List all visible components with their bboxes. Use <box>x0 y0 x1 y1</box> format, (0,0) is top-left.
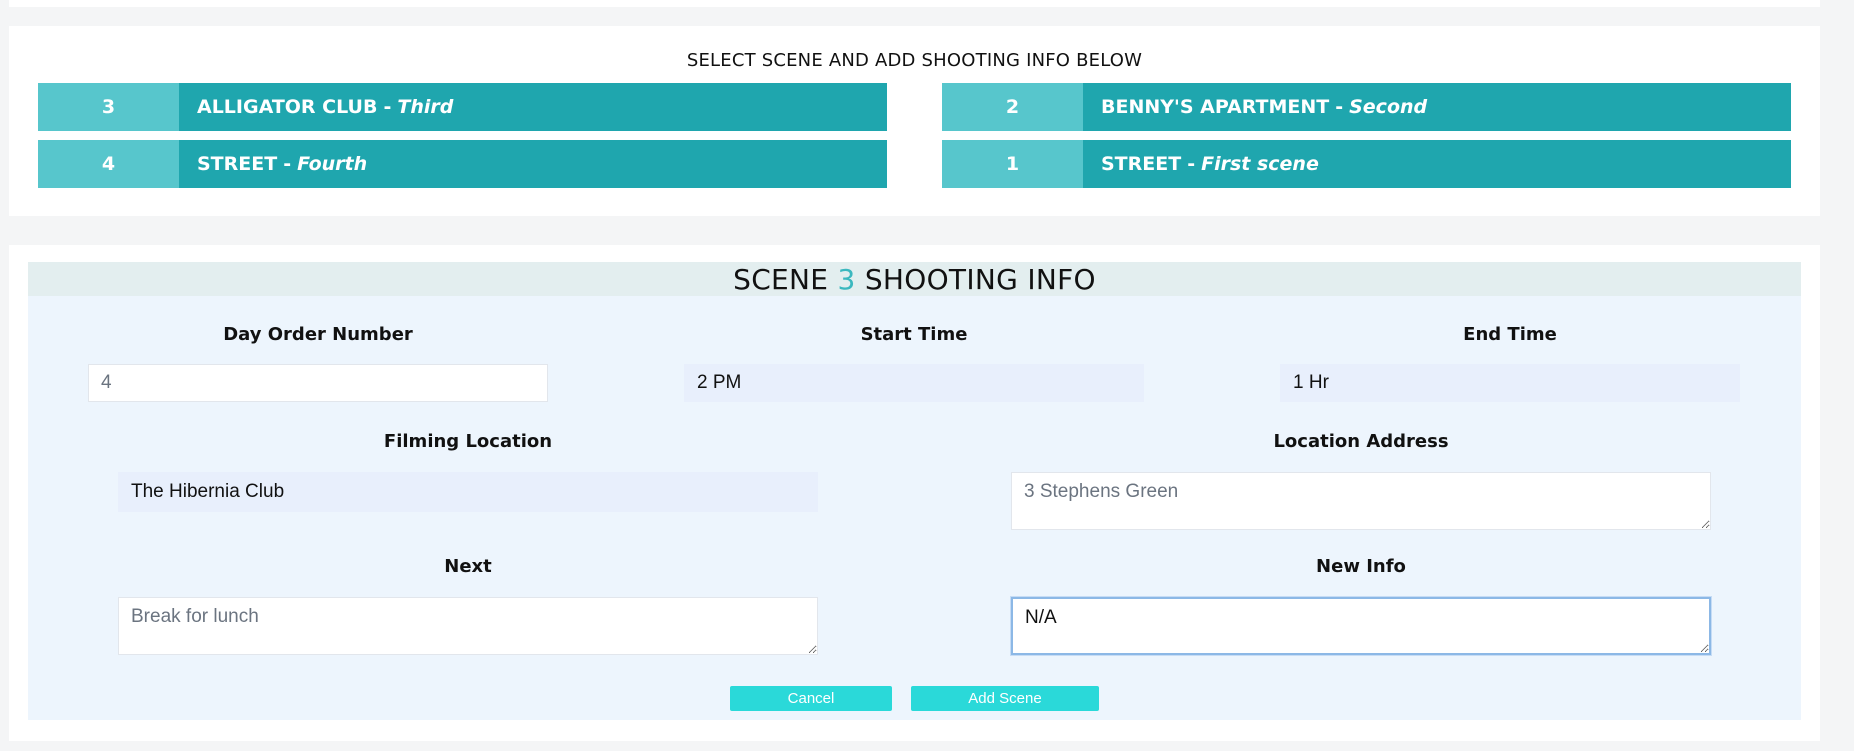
scene-location: BENNY'S APARTMENT <box>1101 96 1330 118</box>
scene-separator: - <box>1187 153 1196 175</box>
shooting-info-title: SCENE 3 SHOOTING INFO <box>733 263 1096 296</box>
scene-subtitle: Third <box>397 96 454 118</box>
filming-location-label: Filming Location <box>383 431 553 452</box>
scene-number: 2 <box>942 83 1083 131</box>
title-prefix: SCENE <box>733 263 829 296</box>
scene-location: STREET <box>1101 153 1182 175</box>
scene-name: STREET - Fourth <box>179 140 887 188</box>
scene-row-1[interactable]: 1 STREET - First scene <box>942 140 1791 188</box>
scene-number: 4 <box>38 140 179 188</box>
next-textarea[interactable] <box>118 597 818 655</box>
add-scene-button[interactable]: Add Scene <box>911 686 1099 711</box>
scene-number: 3 <box>38 83 179 131</box>
scene-name: ALLIGATOR CLUB - Third <box>179 83 887 131</box>
scene-separator: - <box>383 96 392 118</box>
scene-subtitle: Fourth <box>297 153 368 175</box>
scene-separator: - <box>283 153 292 175</box>
shooting-info-title-bar: SCENE 3 SHOOTING INFO <box>28 262 1801 296</box>
title-suffix: SHOOTING INFO <box>864 263 1096 296</box>
scene-number: 1 <box>942 140 1083 188</box>
end-time-input[interactable] <box>1280 364 1740 402</box>
scene-select-panel: SELECT SCENE AND ADD SHOOTING INFO BELOW… <box>9 26 1820 216</box>
scene-name: BENNY'S APARTMENT - Second <box>1083 83 1791 131</box>
scene-separator: - <box>1335 96 1344 118</box>
start-time-input[interactable] <box>684 364 1144 402</box>
scene-row-2[interactable]: 2 BENNY'S APARTMENT - Second <box>942 83 1791 131</box>
top-panel-edge <box>9 0 1820 7</box>
shooting-info-panel: SCENE 3 SHOOTING INFO Day Order Number S… <box>9 245 1820 741</box>
location-address-label: Location Address <box>1273 431 1449 452</box>
end-time-label: End Time <box>1463 324 1557 345</box>
title-scene-number: 3 <box>837 263 856 296</box>
day-order-input[interactable] <box>88 364 548 402</box>
scene-row-3[interactable]: 3 ALLIGATOR CLUB - Third <box>38 83 887 131</box>
scene-subtitle: Second <box>1349 96 1428 118</box>
filming-location-input[interactable] <box>118 472 818 512</box>
scene-select-heading: SELECT SCENE AND ADD SHOOTING INFO BELOW <box>686 50 1143 71</box>
location-address-textarea[interactable] <box>1011 472 1711 530</box>
start-time-label: Start Time <box>860 324 968 345</box>
next-label: Next <box>444 556 492 577</box>
shooting-info-form: SCENE 3 SHOOTING INFO Day Order Number S… <box>28 262 1801 720</box>
new-info-label: New Info <box>1316 556 1406 577</box>
scene-name: STREET - First scene <box>1083 140 1791 188</box>
scene-location: STREET <box>197 153 278 175</box>
scene-row-4[interactable]: 4 STREET - Fourth <box>38 140 887 188</box>
cancel-button[interactable]: Cancel <box>730 686 892 711</box>
new-info-textarea[interactable]: N/A <box>1011 597 1711 655</box>
scene-subtitle: First scene <box>1201 153 1319 175</box>
scene-location: ALLIGATOR CLUB <box>197 96 378 118</box>
day-order-label: Day Order Number <box>223 324 413 345</box>
